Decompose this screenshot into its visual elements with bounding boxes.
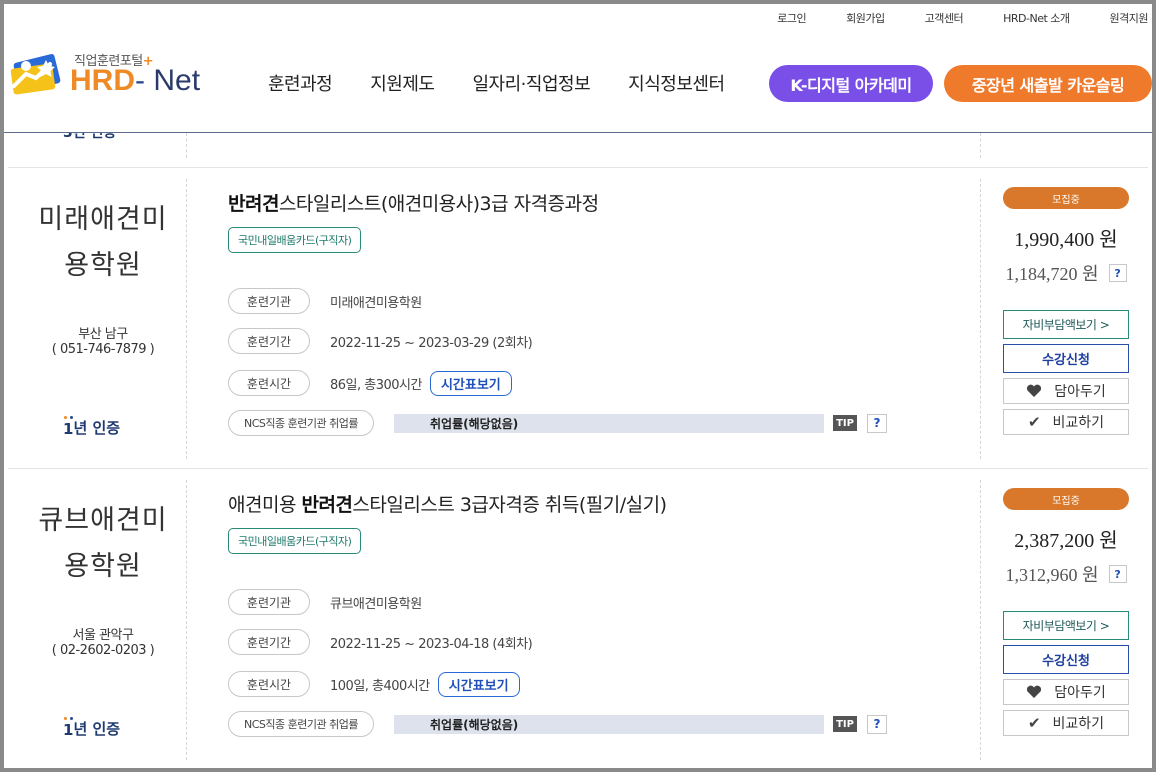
time-value: 100일, 총400시간 xyxy=(330,678,430,694)
nav-knowledge-center[interactable]: 지식정보센터 xyxy=(628,70,725,96)
org-location: 부산 남구( 051-746-7879 ) xyxy=(51,327,155,357)
column-divider xyxy=(980,179,981,459)
org-name[interactable]: 미래애견미 용학원 xyxy=(28,197,178,289)
course-side-panel: 모집중 2,387,200 원 1,312,960 원? 자비부담액보기 > 수… xyxy=(1003,488,1129,736)
column-divider xyxy=(186,133,187,158)
period-row: 훈련기간 2022-11-25 ~ 2023-04-18 (4회차) xyxy=(228,629,533,655)
course-side-panel: 모집중 1,990,400 원 1,184,720 원? 자비부담액보기 > 수… xyxy=(1003,187,1129,435)
status-badge: 모집중 xyxy=(1003,488,1129,510)
help-button[interactable]: ? xyxy=(867,714,887,734)
signup-link[interactable]: 회원가입 xyxy=(846,10,885,26)
period-value: 2022-11-25 ~ 2023-04-18 (4회차) xyxy=(330,636,533,652)
tip-button[interactable]: TIP xyxy=(833,716,857,732)
column-divider xyxy=(980,480,981,760)
timetable-button[interactable]: 시간표보기 xyxy=(437,671,520,697)
employment-rate-bar: 취업률(해당없음) xyxy=(394,413,824,433)
ncs-row: NCS직종 훈련기관 취업률 취업률(해당없음) TIP ? xyxy=(228,711,887,737)
heart-icon xyxy=(1027,685,1042,698)
employment-rate-bar: 취업률(해당없음) xyxy=(394,714,824,734)
utility-nav: 로그인 회원가입 고객센터 HRD-Net 소개 원격지원 xyxy=(737,10,1148,26)
login-link[interactable]: 로그인 xyxy=(777,10,806,26)
card-type-tag: 국민내일배움카드(구직자) xyxy=(228,528,362,554)
apply-button[interactable]: 수강신청 xyxy=(1003,344,1129,373)
logo-wordmark: HRD- Net xyxy=(70,64,201,97)
card-type-tag: 국민내일배움카드(구직자) xyxy=(228,227,362,253)
cert-badge: 1년 인증 xyxy=(63,416,121,438)
column-divider xyxy=(186,179,187,459)
about-link[interactable]: HRD-Net 소개 xyxy=(1003,10,1070,26)
check-icon: ✔ xyxy=(1027,714,1041,732)
compare-button[interactable]: ✔ 비교하기 xyxy=(1003,710,1129,736)
org-row: 훈련기관 미래애견미용학원 xyxy=(228,288,422,314)
nav-job-info[interactable]: 일자리·직업정보 xyxy=(473,70,591,96)
ncs-label: NCS직종 훈련기관 취업률 xyxy=(228,711,374,737)
course-title[interactable]: 애견미용 반려견스타일리스트 3급자격증 취득(필기/실기) xyxy=(228,490,667,517)
k-digital-academy-button[interactable]: K-디지털 아카데미 xyxy=(769,65,933,102)
save-button[interactable]: 담아두기 xyxy=(1003,679,1129,705)
cert-badge: 1년 인증 xyxy=(63,717,121,739)
site-logo[interactable]: 직업훈련포털+ HRD- Net xyxy=(6,48,206,100)
ncs-row: NCS직종 훈련기관 취업률 취업률(해당없음) TIP ? xyxy=(228,410,887,436)
period-value: 2022-11-25 ~ 2023-03-29 (2회차) xyxy=(330,335,533,351)
midcareer-counseling-button[interactable]: 중장년 새출발 카운슬링 xyxy=(944,65,1152,102)
nav-training-courses[interactable]: 훈련과정 xyxy=(268,70,333,96)
price-help-button[interactable]: ? xyxy=(1108,264,1127,282)
period-label: 훈련기간 xyxy=(228,629,310,655)
org-name[interactable]: 큐브애견미 용학원 xyxy=(28,498,178,590)
total-price: 2,387,200 원 xyxy=(1014,530,1118,552)
self-pay-price: 1,312,960 원? xyxy=(1003,561,1129,587)
self-pay-price: 1,184,720 원? xyxy=(1003,260,1129,286)
nav-support-system[interactable]: 지원제도 xyxy=(370,70,435,96)
course-title[interactable]: 반려견스타일리스트(애견미용사)3급 자격증과정 xyxy=(228,189,599,216)
status-badge: 모집중 xyxy=(1003,187,1129,209)
period-row: 훈련기간 2022-11-25 ~ 2023-03-29 (2회차) xyxy=(228,328,533,354)
main-nav: 훈련과정 지원제도 일자리·직업정보 지식정보센터 xyxy=(268,70,763,96)
period-label: 훈련기간 xyxy=(228,328,310,354)
org-location: 서울 관악구( 02-2602-0203 ) xyxy=(51,628,155,658)
customer-center-link[interactable]: 고객센터 xyxy=(925,10,964,26)
time-value: 86일, 총300시간 xyxy=(330,377,422,393)
course-card: 큐브애견미 용학원 서울 관악구( 02-2602-0203 ) 1년 인증 애견… xyxy=(8,470,1148,770)
ncs-label: NCS직종 훈련기관 취업률 xyxy=(228,410,374,436)
total-price: 1,990,400 원 xyxy=(1014,229,1118,251)
time-label: 훈련시간 xyxy=(228,370,310,396)
help-button[interactable]: ? xyxy=(867,413,887,433)
org-value: 미래애견미용학원 xyxy=(330,295,422,311)
heart-icon xyxy=(1027,384,1042,397)
tip-button[interactable]: TIP xyxy=(833,415,857,431)
column-divider xyxy=(980,133,981,158)
self-burden-button[interactable]: 자비부담액보기 > xyxy=(1003,310,1129,339)
org-row: 훈련기관 큐브애견미용학원 xyxy=(228,589,422,615)
org-label: 훈련기관 xyxy=(228,589,310,615)
org-label: 훈련기관 xyxy=(228,288,310,314)
compare-button[interactable]: ✔ 비교하기 xyxy=(1003,409,1129,435)
check-icon: ✔ xyxy=(1027,413,1041,431)
save-button[interactable]: 담아두기 xyxy=(1003,378,1129,404)
time-label: 훈련시간 xyxy=(228,671,310,697)
org-value: 큐브애견미용학원 xyxy=(330,596,422,612)
time-row: 훈련시간 100일, 총400시간 시간표보기 xyxy=(228,671,520,697)
timetable-button[interactable]: 시간표보기 xyxy=(429,370,512,396)
price-help-button[interactable]: ? xyxy=(1108,565,1127,583)
site-header: 로그인 회원가입 고객센터 HRD-Net 소개 원격지원 직업훈련포털+ HR… xyxy=(0,0,1156,133)
logo-mark-icon xyxy=(10,54,61,95)
remote-support-link[interactable]: 원격지원 xyxy=(1110,10,1149,26)
column-divider xyxy=(186,480,187,760)
time-row: 훈련시간 86일, 총300시간 시간표보기 xyxy=(228,370,512,396)
self-burden-button[interactable]: 자비부담액보기 > xyxy=(1003,611,1129,640)
course-card: 미래애견미 용학원 부산 남구( 051-746-7879 ) 1년 인증 반려견… xyxy=(8,169,1148,469)
apply-button[interactable]: 수강신청 xyxy=(1003,645,1129,674)
